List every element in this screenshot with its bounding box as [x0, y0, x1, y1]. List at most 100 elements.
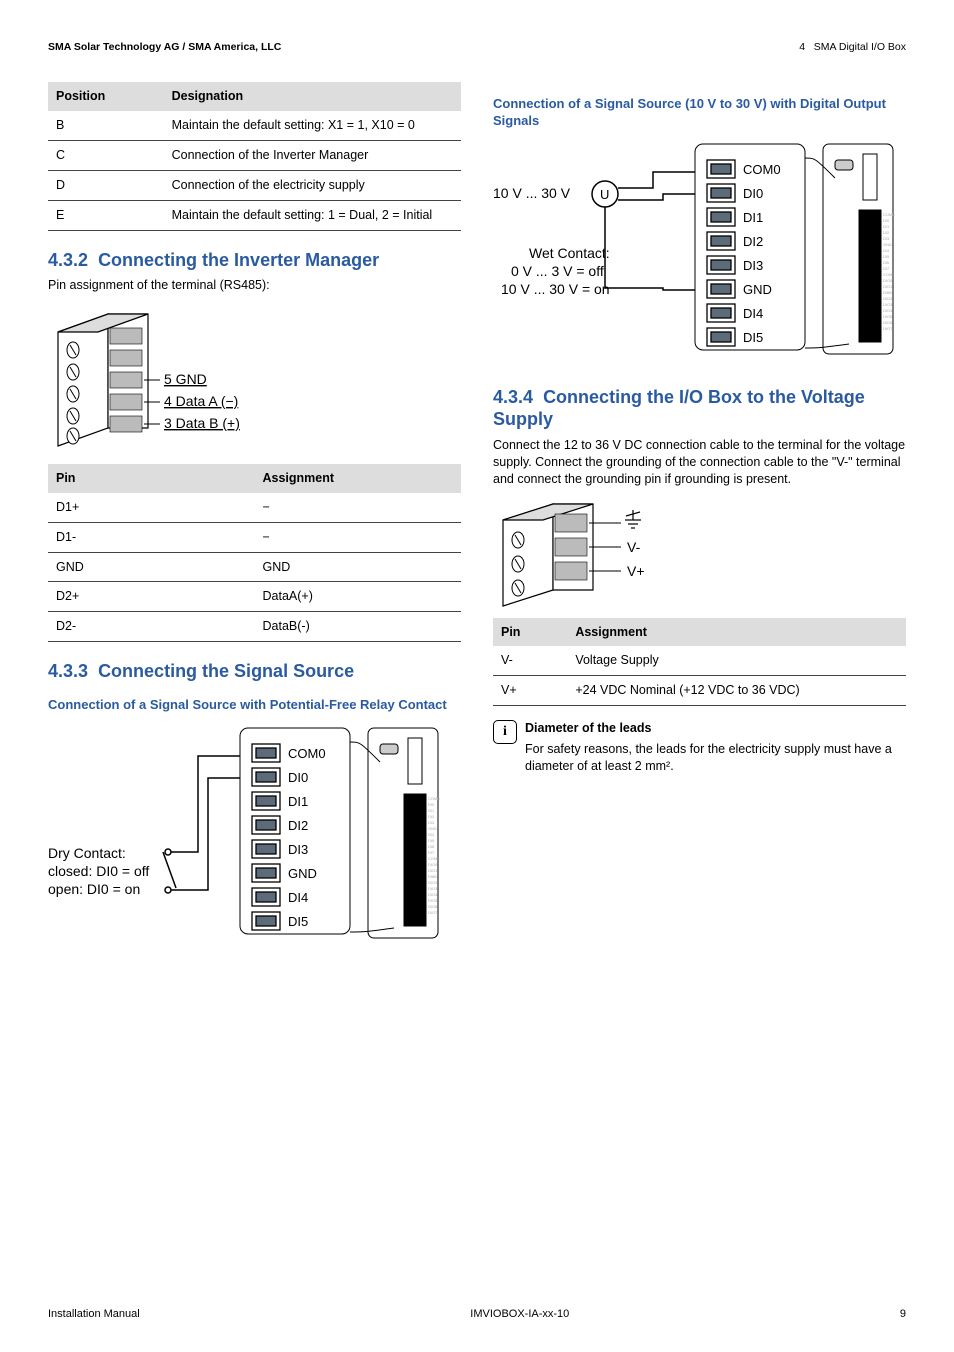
- svg-text:GND: GND: [288, 866, 317, 881]
- svg-text:DIO6: DIO6: [883, 320, 893, 325]
- svg-text:DIO6: DIO6: [428, 904, 438, 909]
- svg-text:DI7: DI7: [428, 850, 435, 855]
- svg-text:5 GND: 5 GND: [164, 371, 207, 387]
- svg-text:DI2: DI2: [428, 814, 435, 819]
- section-4-3-2-heading: 4.3.2 Connecting the Inverter Manager: [48, 249, 461, 272]
- svg-text:GND: GND: [743, 282, 772, 297]
- svg-text:DI5: DI5: [743, 330, 763, 345]
- svg-text:DI3: DI3: [428, 820, 435, 825]
- wet-contact-figure: 10 V ... 30 V U Wet Contact: 0 V ... 3 V…: [493, 138, 906, 368]
- header-company: SMA Solar Technology AG / SMA America, L…: [48, 40, 281, 54]
- svg-text:3 Data B (+): 3 Data B (+): [164, 415, 240, 431]
- svg-text:DIO0: DIO0: [883, 278, 893, 283]
- svg-text:DI3: DI3: [288, 842, 308, 857]
- svg-text:DI1: DI1: [883, 224, 890, 229]
- svg-text:DIO2: DIO2: [428, 880, 438, 885]
- svg-text:DI0: DI0: [288, 770, 308, 785]
- page-header: SMA Solar Technology AG / SMA America, L…: [48, 40, 906, 54]
- svg-text:DIO0: DIO0: [428, 862, 438, 867]
- svg-text:DI7: DI7: [883, 266, 890, 271]
- table-row: D1+−: [48, 493, 461, 522]
- svg-text:DIO3: DIO3: [883, 302, 893, 307]
- svg-text:DI3: DI3: [743, 258, 763, 273]
- svg-text:DI4: DI4: [428, 832, 435, 837]
- svg-text:DI6: DI6: [428, 844, 435, 849]
- table-row: V-Voltage Supply: [493, 646, 906, 675]
- svg-text:Dry Contact:: Dry Contact:: [48, 845, 126, 861]
- rs485-pin-table: Pin Assignment D1+− D1-− GNDGND D2+DataA…: [48, 464, 461, 642]
- svg-text:DI1: DI1: [288, 794, 308, 809]
- svg-text:DIO7: DIO7: [883, 326, 893, 331]
- rs485-terminal-figure: 5 GND 4 Data A (−) 3 Data B (+): [48, 304, 461, 454]
- header-section-title: SMA Digital I/O Box: [814, 41, 906, 53]
- section-4-3-3-sub1: Connection of a Signal Source with Poten…: [48, 697, 461, 714]
- svg-text:DI4: DI4: [883, 248, 890, 253]
- svg-text:COM0: COM0: [883, 212, 895, 217]
- info-note: i Diameter of the leads For safety reaso…: [493, 720, 906, 775]
- svg-text:DIO7: DIO7: [428, 910, 438, 915]
- table-row: CConnection of the Inverter Manager: [48, 140, 461, 170]
- table-header: Assignment: [255, 464, 462, 493]
- svg-text:DI2: DI2: [743, 234, 763, 249]
- table-header: Pin: [48, 464, 255, 493]
- svg-text:DIO2: DIO2: [883, 296, 893, 301]
- section-4-3-2-intro: Pin assignment of the terminal (RS485):: [48, 277, 461, 294]
- section-4-3-4-body: Connect the 12 to 36 V DC connection cab…: [493, 437, 906, 488]
- svg-text:GND: GND: [883, 242, 892, 247]
- section-4-3-3-heading: 4.3.3 Connecting the Signal Source: [48, 660, 461, 683]
- footer-right: 9: [900, 1307, 906, 1322]
- svg-text:DIO4: DIO4: [428, 892, 438, 897]
- svg-text:COM0: COM0: [428, 796, 440, 801]
- position-designation-table: Position Designation BMaintain the defau…: [48, 82, 461, 230]
- svg-text:DIO3: DIO3: [428, 886, 438, 891]
- svg-text:COM1: COM1: [428, 856, 440, 861]
- svg-text:DI3: DI3: [883, 236, 890, 241]
- page-footer: Installation Manual IMVIOBOX-IA-xx-10 9: [48, 1307, 906, 1322]
- table-header: Position: [48, 82, 164, 111]
- svg-text:DIO4: DIO4: [883, 308, 893, 313]
- table-header: Designation: [164, 82, 461, 111]
- svg-text:U: U: [600, 187, 609, 202]
- voltage-supply-figure: V- V+: [493, 498, 906, 608]
- svg-text:DI5: DI5: [288, 914, 308, 929]
- svg-text:DI1: DI1: [743, 210, 763, 225]
- svg-text:DI0: DI0: [743, 186, 763, 201]
- svg-text:V-: V-: [627, 539, 641, 555]
- svg-text:DI2: DI2: [288, 818, 308, 833]
- svg-text:DI5: DI5: [428, 838, 435, 843]
- table-row: DConnection of the electricity supply: [48, 170, 461, 200]
- svg-text:DI8B: DI8B: [428, 874, 437, 879]
- svg-text:DI4: DI4: [743, 306, 763, 321]
- info-icon: i: [493, 720, 517, 744]
- table-row: BMaintain the default setting: X1 = 1, X…: [48, 111, 461, 140]
- svg-text:DI8B: DI8B: [883, 290, 892, 295]
- table-row: GNDGND: [48, 552, 461, 582]
- section-4-3-3-sub2: Connection of a Signal Source (10 V to 3…: [493, 96, 906, 130]
- table-header: Pin: [493, 618, 567, 647]
- svg-text:DI6: DI6: [883, 260, 890, 265]
- svg-text:DIO5: DIO5: [883, 314, 893, 319]
- svg-text:10 V ... 30 V: 10 V ... 30 V: [493, 185, 571, 201]
- table-row: EMaintain the default setting: 1 = Dual,…: [48, 200, 461, 230]
- footer-center: IMVIOBOX-IA-xx-10: [470, 1307, 569, 1322]
- svg-text:DIO1: DIO1: [883, 284, 893, 289]
- table-row: V++24 VDC Nominal (+12 VDC to 36 VDC): [493, 676, 906, 706]
- note-title: Diameter of the leads: [525, 720, 906, 737]
- svg-text:DI2: DI2: [883, 230, 890, 235]
- svg-text:COM1: COM1: [883, 272, 895, 277]
- svg-text:closed: DI0 = off: closed: DI0 = off: [48, 863, 149, 879]
- svg-text:DIO1: DIO1: [428, 868, 438, 873]
- svg-text:DI4: DI4: [288, 890, 308, 905]
- table-header: Assignment: [567, 618, 906, 647]
- svg-text:DI1: DI1: [428, 808, 435, 813]
- svg-text:DI5: DI5: [883, 254, 890, 259]
- svg-text:DIO5: DIO5: [428, 898, 438, 903]
- header-section-num: 4: [799, 41, 805, 53]
- svg-text:10 V ... 30 V = on: 10 V ... 30 V = on: [501, 281, 610, 297]
- svg-text:V+: V+: [627, 563, 645, 579]
- svg-text:DI0: DI0: [428, 802, 435, 807]
- svg-text:GND: GND: [428, 826, 437, 831]
- table-row: D1-−: [48, 522, 461, 552]
- svg-text:COM0: COM0: [743, 162, 781, 177]
- section-4-3-4-heading: 4.3.4 Connecting the I/O Box to the Volt…: [493, 386, 906, 431]
